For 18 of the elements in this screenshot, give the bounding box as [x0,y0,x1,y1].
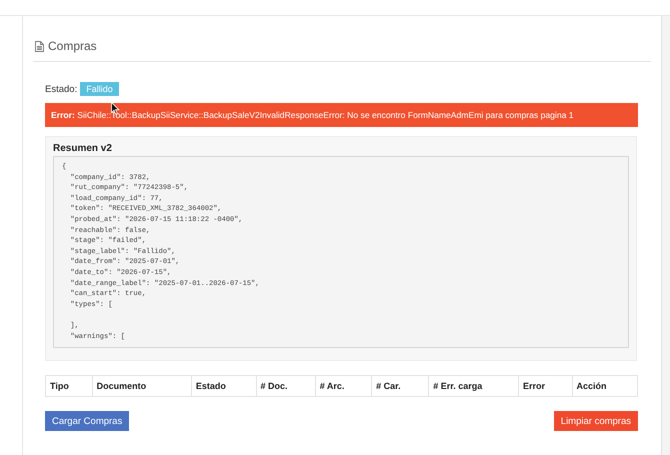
column-header: # Doc. [256,376,316,397]
column-header: # Arc. [315,376,372,397]
column-header: Documento [92,376,192,397]
clear-button[interactable]: Limpiar compras [554,411,638,432]
status-badge: Fallido [80,82,119,96]
error-alert: Error: SiiChile::Tool::BackupSiiService::BackupSaleV2InvalidResponseError: No se encontro FormNameAdmEmi para compras pagina 1 [45,103,638,127]
column-header: # Err. carga [428,376,518,397]
document-icon [35,40,44,52]
column-header: Error [518,376,572,397]
column-header: Acción [572,376,638,397]
column-header: Tipo [46,376,92,397]
status-label: Estado: [45,84,78,94]
column-header: Estado [191,376,256,397]
scrollbar[interactable] [661,16,670,455]
summary-title: Resumen v2 [53,143,113,154]
load-button[interactable]: Cargar Compras [45,411,130,432]
column-header: # Car. [372,376,429,397]
panel-title: Compras [48,39,97,53]
